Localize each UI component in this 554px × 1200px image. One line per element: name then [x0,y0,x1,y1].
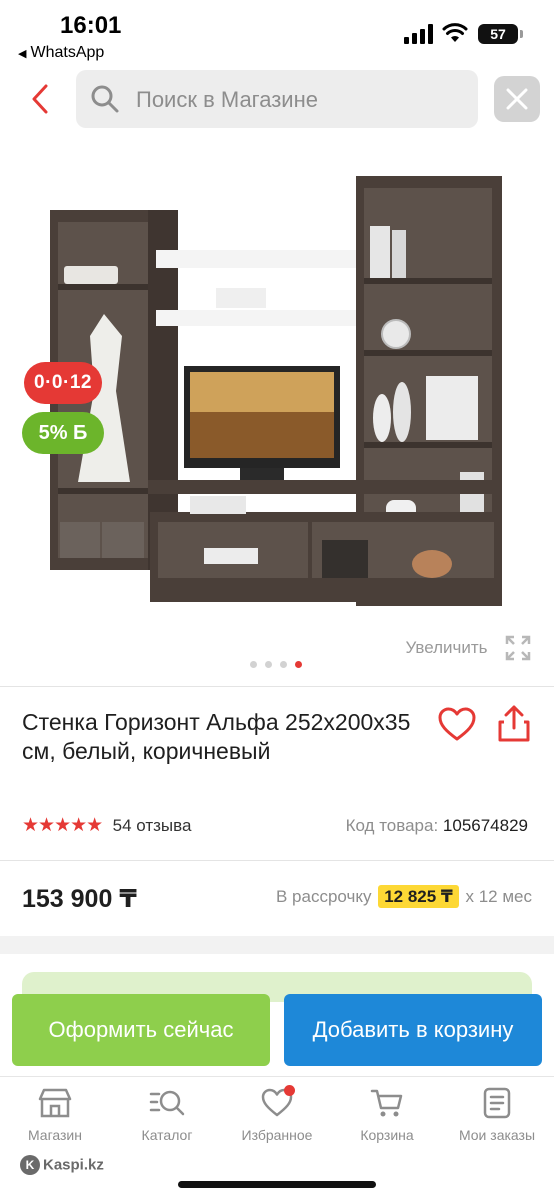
search-input[interactable]: Поиск в Магазине [76,70,478,128]
pagination-dot [265,661,272,668]
tab-orders-label: Мои заказы [458,1127,536,1143]
status-time: 16:01 [60,12,122,39]
product-gallery[interactable]: 0·0·12 5% Б Увеличить [0,140,554,685]
close-icon [506,88,528,110]
installment-info[interactable]: В рассрочку 12 825 ₸ x 12 мес [275,885,533,908]
gallery-pagination [250,655,310,668]
section-separator [0,936,554,954]
kaspi-brand-label: Kaspi.kz [43,1156,104,1174]
tab-orders[interactable]: Мои заказы [442,1087,552,1143]
battery-indicator: 57 [478,24,523,44]
wifi-icon [442,23,468,42]
tab-store-label: Магазин [27,1127,82,1143]
orders-icon [483,1087,511,1119]
installment-label: В рассрочку [275,887,372,906]
tab-cart[interactable]: Корзина [332,1087,442,1143]
chevron-left-icon[interactable] [24,78,60,120]
tab-catalog[interactable]: Каталог [112,1087,222,1143]
pagination-dot-active [295,661,302,668]
zoom-button[interactable]: Увеличить [406,634,532,664]
pagination-dot [250,661,257,668]
back-app-label: WhatsApp [30,44,105,61]
tab-favorites-label: Избранное [241,1127,313,1143]
monthly-payment: 12 825 ₸ [378,885,459,908]
expand-icon [505,635,531,661]
tab-cart-label: Корзина [360,1127,414,1143]
product-image [50,176,502,606]
divider [0,860,554,861]
share-icon[interactable] [496,704,532,744]
close-button[interactable] [494,76,540,122]
product-code-value: 105674829 [442,816,528,835]
tab-store[interactable]: Магазин [0,1087,110,1143]
product-price: 153 900 ₸ [22,885,137,913]
search-header: Поиск в Магазине [0,66,554,136]
favorite-heart-icon[interactable] [438,706,476,744]
store-icon [38,1088,72,1118]
add-to-cart-button[interactable]: Добавить в корзину [284,994,542,1066]
installment-badge: 0·0·12 [24,362,102,404]
product-title: Стенка Горизонт Альфа 252x200x35 см, бел… [22,709,411,764]
search-placeholder: Поиск в Магазине [136,87,318,112]
kaspi-logo-icon: K [20,1155,40,1175]
product-code-label: Код товара: [345,816,439,835]
divider [0,686,554,687]
pagination-dot [280,661,287,668]
rating-stars-icon: ★★★★★ [22,815,103,836]
back-to-app-link[interactable]: ◀ WhatsApp [18,44,104,62]
reviews-link[interactable]: 54 отзыва [113,816,192,835]
tab-favorites[interactable]: Избранное [222,1085,332,1143]
product-rating[interactable]: ★★★★★ 54 отзыва [22,814,191,838]
installment-term: x 12 мес [465,887,533,906]
back-triangle-icon: ◀ [18,48,27,60]
cart-icon [370,1089,403,1117]
product-code: Код товара: 105674829 [346,816,528,836]
catalog-search-icon [149,1090,185,1116]
cellular-signal-icon [404,24,433,44]
home-indicator[interactable] [178,1181,376,1188]
search-icon [91,85,119,113]
favorites-notification-dot [284,1085,295,1096]
buy-now-button[interactable]: Оформить сейчас [12,994,270,1066]
zoom-label: Увеличить [405,638,488,657]
tab-catalog-label: Каталог [141,1127,193,1143]
kaspi-brand: K Kaspi.kz [20,1155,104,1175]
bonus-badge: 5% Б [22,412,104,454]
status-bar: 16:01 ◀ WhatsApp 57 [0,0,554,66]
